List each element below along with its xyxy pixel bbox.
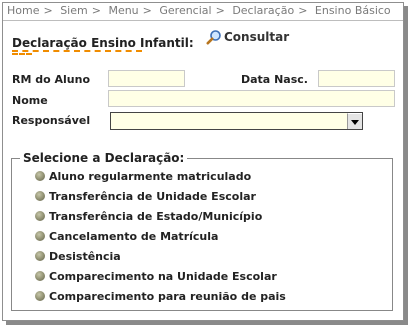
option-transferencia-unidade[interactable]: Transferência de Unidade Escolar — [35, 190, 256, 203]
option-comparecimento-unidade[interactable]: Comparecimento na Unidade Escolar — [35, 270, 277, 283]
option-label: Comparecimento para reunião de pais — [49, 290, 286, 303]
responsavel-select[interactable] — [110, 112, 363, 130]
breadcrumb-item-menu[interactable]: Menu — [108, 4, 138, 17]
main-panel: Home > Siem > Menu > Gerencial > Declaração >… — [2, 2, 404, 321]
title-underline — [12, 50, 142, 52]
declaracao-legend: Selecione a Declaração: — [23, 151, 185, 165]
option-label: Desistência — [49, 250, 121, 263]
breadcrumb-item-gerencial[interactable]: Gerencial — [159, 4, 211, 17]
data-nasc-label: Data Nasc. — [241, 73, 308, 86]
breadcrumb-item-home[interactable]: Home — [7, 4, 39, 17]
breadcrumb: Home > Siem > Menu > Gerencial > Declaração >… — [7, 4, 391, 17]
option-matriculado[interactable]: Aluno regularmente matriculado — [35, 170, 251, 183]
option-label: Comparecimento na Unidade Escolar — [49, 270, 277, 283]
option-label: Aluno regularmente matriculado — [49, 170, 252, 183]
responsavel-label: Responsável — [12, 114, 91, 127]
option-label: Transferência de Unidade Escolar — [49, 190, 256, 203]
consult-label: Consultar — [224, 30, 290, 44]
breadcrumb-item-siem[interactable]: Siem — [60, 4, 88, 17]
radio-icon[interactable] — [35, 271, 45, 281]
responsavel-value — [111, 118, 114, 131]
breadcrumb-item-declaracao[interactable]: Declaração — [232, 4, 294, 17]
radio-icon[interactable] — [35, 211, 45, 221]
option-transferencia-estado[interactable]: Transferência de Estado/Município — [35, 210, 262, 223]
radio-icon[interactable] — [35, 291, 45, 301]
option-label: Cancelamento de Matrícula — [49, 230, 219, 243]
magnifier-icon — [206, 30, 221, 45]
page-title: Declaração Ensino Infantil: — [12, 36, 194, 50]
radio-icon[interactable] — [35, 191, 45, 201]
nome-label: Nome — [12, 94, 48, 107]
option-desistencia[interactable]: Desistência — [35, 250, 121, 263]
title-underline-accent — [12, 53, 32, 55]
rm-label: RM do Aluno — [12, 73, 91, 86]
nome-field[interactable] — [108, 90, 395, 107]
option-cancelamento[interactable]: Cancelamento de Matrícula — [35, 230, 218, 243]
consult-button[interactable]: Consultar — [206, 29, 289, 45]
option-label: Transferência de Estado/Município — [49, 210, 263, 223]
breadcrumb-item-ensino-basico: Ensino Básico — [314, 4, 391, 17]
radio-icon[interactable] — [35, 251, 45, 261]
chevron-down-icon[interactable] — [347, 113, 362, 129]
rm-field[interactable] — [108, 70, 185, 87]
radio-icon[interactable] — [35, 171, 45, 181]
radio-icon[interactable] — [35, 231, 45, 241]
option-comparecimento-reuniao[interactable]: Comparecimento para reunião de pais — [35, 290, 286, 303]
data-nasc-field[interactable] — [318, 70, 395, 87]
divider — [3, 20, 403, 21]
